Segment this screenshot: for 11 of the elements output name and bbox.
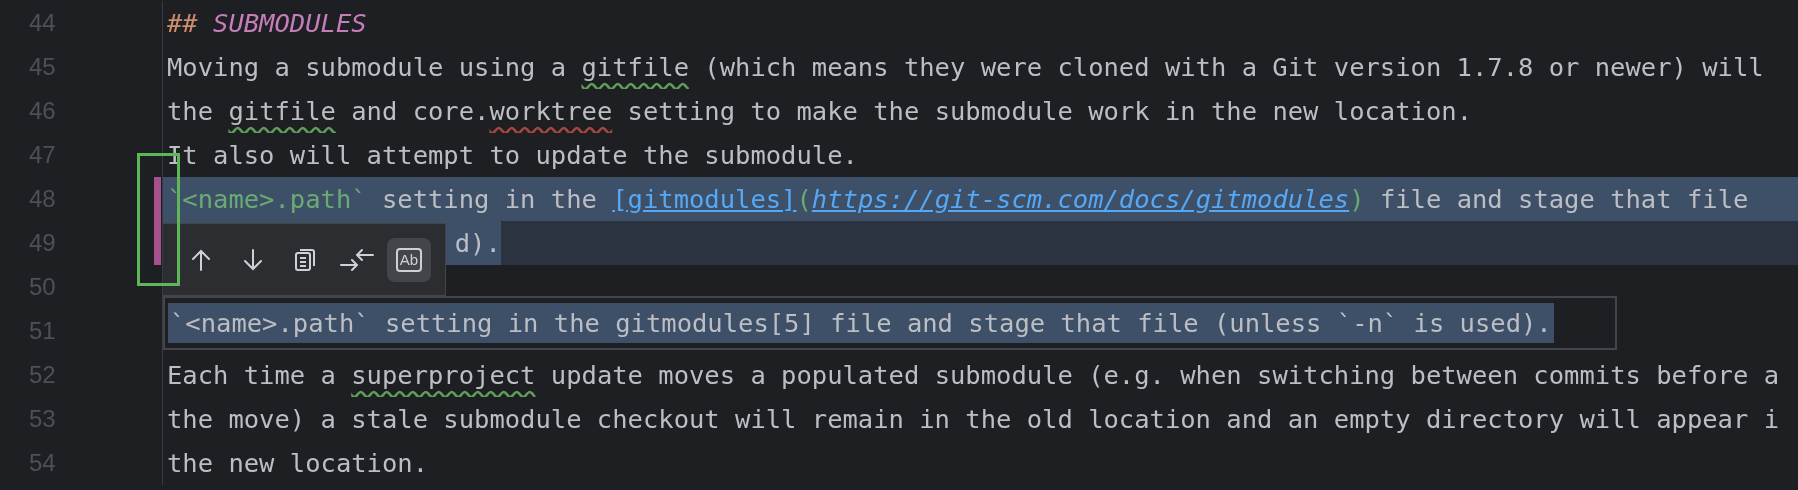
text-line: ## SUBMODULES — [167, 8, 367, 38]
text-line: the gitfile and core.worktree setting to make the submodule work in the new location. — [167, 96, 1472, 126]
down-arrow-icon — [242, 247, 264, 272]
text-line: the new location. — [167, 448, 428, 478]
match-case-button[interactable]: Ab — [387, 237, 431, 282]
merge-arrows-icon — [340, 246, 374, 273]
up-arrow-icon — [190, 247, 212, 272]
text-line: the move) a stale submodule checkout will remain in the old location and an empty directory will appear i — [167, 404, 1779, 434]
copy-icon — [294, 247, 316, 272]
text-line: Each time a superproject update moves a populated submodule (e.g. when switching between commits before a — [167, 360, 1779, 390]
text-line: Moving a submodule using a gitfile (which means they were cloned with a Git version 1.7.8 or newer) will — [167, 52, 1764, 82]
